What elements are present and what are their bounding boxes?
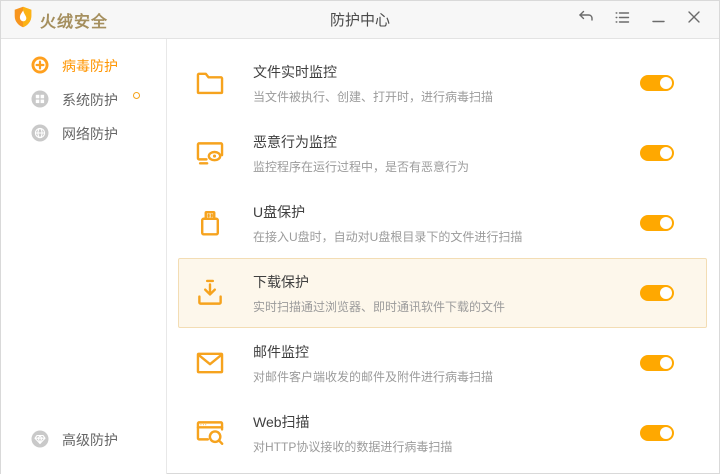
window-controls xyxy=(573,7,707,33)
sidebar-item-label: 网络防护 xyxy=(62,126,118,142)
download-icon xyxy=(192,275,228,311)
protection-row-mail-monitor[interactable]: 邮件监控 对邮件客户端收发的邮件及附件进行病毒扫描 xyxy=(178,328,707,398)
toggle-knob xyxy=(660,357,672,369)
app-name: 火绒安全 xyxy=(40,13,109,31)
shield-flame-icon xyxy=(13,6,33,33)
sidebar-item-advanced-protection[interactable]: 高级防护 xyxy=(1,423,166,457)
sidebar: 病毒防护 系统防护 网络防护 高级防护 xyxy=(1,39,167,474)
titlebar: 火绒安全 防护中心 xyxy=(1,1,719,39)
protection-row-download-protection[interactable]: 下载保护 实时扫描通过浏览器、即时通讯软件下载的文件 xyxy=(178,258,707,328)
protection-title: 邮件监控 xyxy=(253,343,309,360)
protection-row-web-scan[interactable]: Web扫描 对HTTP协议接收的数据进行病毒扫描 xyxy=(178,398,707,468)
toggle-mail-monitor[interactable] xyxy=(640,355,674,371)
protection-list: 文件实时监控 当文件被执行、创建、打开时，进行病毒扫描 恶意行为监控 监控程序在… xyxy=(167,39,719,474)
back-button[interactable] xyxy=(573,7,599,33)
protection-title: 文件实时监控 xyxy=(253,63,337,80)
sidebar-item-virus-protection[interactable]: 病毒防护 xyxy=(1,49,166,83)
menu-list-icon xyxy=(615,11,630,29)
toggle-behavior-monitor[interactable] xyxy=(640,145,674,161)
sidebar-item-label: 高级防护 xyxy=(62,432,118,448)
protection-row-behavior-monitor[interactable]: 恶意行为监控 监控程序在运行过程中，是否有恶意行为 xyxy=(178,118,707,188)
behavior-monitor-icon xyxy=(192,135,228,171)
toggle-file-monitor[interactable] xyxy=(640,75,674,91)
toggle-usb-protection[interactable] xyxy=(640,215,674,231)
protection-desc: 实时扫描通过浏览器、即时通讯软件下载的文件 xyxy=(253,299,506,314)
toggle-knob xyxy=(660,217,672,229)
protection-title: 下载保护 xyxy=(253,273,309,290)
network-globe-icon xyxy=(31,124,49,145)
protection-row-usb-protection[interactable]: U盘保护 在接入U盘时，自动对U盘根目录下的文件进行扫描 xyxy=(178,188,707,258)
sidebar-item-label: 病毒防护 xyxy=(62,58,118,74)
advanced-gem-icon xyxy=(31,430,49,451)
toggle-knob xyxy=(660,77,672,89)
menu-button[interactable] xyxy=(609,7,635,33)
close-button[interactable] xyxy=(681,7,707,33)
toggle-download-protection[interactable] xyxy=(640,285,674,301)
app-logo: 火绒安全 xyxy=(13,6,108,33)
close-icon xyxy=(687,10,701,29)
protection-desc: 当文件被执行、创建、打开时，进行病毒扫描 xyxy=(253,89,494,104)
protection-row-file-monitor[interactable]: 文件实时监控 当文件被执行、创建、打开时，进行病毒扫描 xyxy=(178,48,707,118)
protection-title: Web扫描 xyxy=(253,413,310,430)
system-windows-icon xyxy=(31,90,49,111)
undo-arrow-icon xyxy=(578,10,594,29)
toggle-web-scan[interactable] xyxy=(640,425,674,441)
protection-desc: 对HTTP协议接收的数据进行病毒扫描 xyxy=(253,439,453,454)
toggle-knob xyxy=(660,287,672,299)
protection-desc: 对邮件客户端收发的邮件及附件进行病毒扫描 xyxy=(253,369,494,384)
minimize-icon xyxy=(651,11,665,29)
toggle-knob xyxy=(660,147,672,159)
protection-desc: 监控程序在运行过程中，是否有恶意行为 xyxy=(253,159,470,174)
sidebar-item-system-protection[interactable]: 系统防护 xyxy=(1,83,166,117)
toggle-knob xyxy=(660,427,672,439)
mail-icon xyxy=(192,345,228,381)
minimize-button[interactable] xyxy=(645,7,671,33)
update-badge-icon xyxy=(133,92,140,99)
folder-icon xyxy=(192,65,228,101)
protection-title: 恶意行为监控 xyxy=(253,133,337,150)
sidebar-item-label: 系统防护 xyxy=(62,92,118,108)
virus-cross-icon xyxy=(31,56,49,77)
sidebar-item-network-protection[interactable]: 网络防护 xyxy=(1,117,166,151)
protection-desc: 在接入U盘时，自动对U盘根目录下的文件进行扫描 xyxy=(253,229,523,244)
usb-drive-icon xyxy=(192,205,228,241)
web-scan-icon xyxy=(192,415,228,451)
protection-title: U盘保护 xyxy=(253,203,306,220)
